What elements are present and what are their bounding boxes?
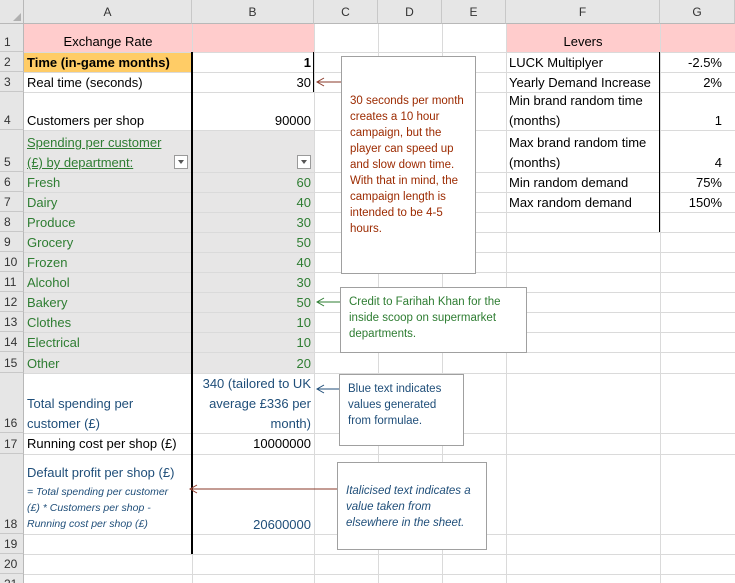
arrow-connectors	[188, 77, 341, 494]
